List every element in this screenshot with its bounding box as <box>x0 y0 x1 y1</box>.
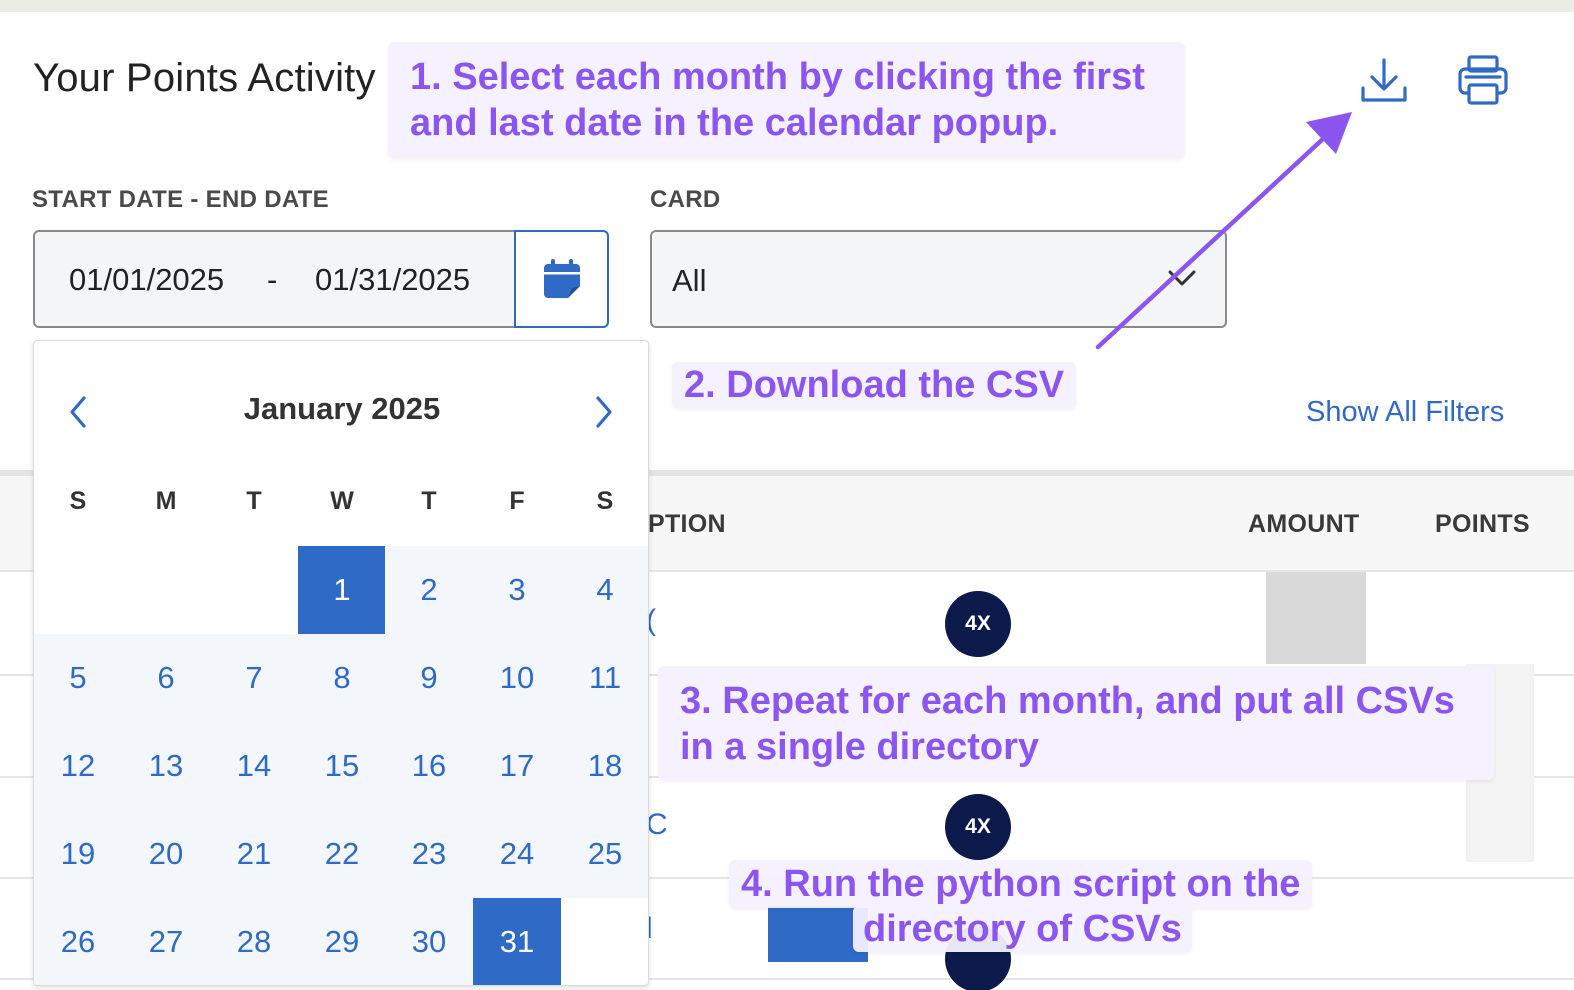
calendar-day[interactable]: 11 <box>561 634 648 722</box>
calendar-day[interactable]: 21 <box>210 810 298 898</box>
annotation-step-4-line-1: 4. Run the python script on the <box>729 860 1313 908</box>
calendar-day[interactable]: 7 <box>210 634 298 722</box>
points-multiplier-badge: 4X <box>945 794 1011 860</box>
calendar-day[interactable]: 24 <box>473 810 561 898</box>
calendar-day[interactable]: 28 <box>210 898 298 985</box>
calendar-day[interactable]: 22 <box>298 810 386 898</box>
start-date-value[interactable]: 01/01/2025 <box>69 262 224 298</box>
amount-placeholder <box>1266 572 1366 664</box>
calendar-day[interactable]: 15 <box>298 722 386 810</box>
calendar-day[interactable]: 17 <box>473 722 561 810</box>
calendar-icon <box>543 259 580 298</box>
calendar-month-title: January 2025 <box>243 391 441 426</box>
weekday-header: T <box>421 487 437 515</box>
row-text-fragment: C <box>646 808 668 841</box>
calendar-day[interactable]: 23 <box>385 810 473 898</box>
weekday-header: T <box>246 487 262 515</box>
calendar-button[interactable] <box>514 230 609 328</box>
calendar-day[interactable]: 5 <box>34 634 122 722</box>
weekday-header: M <box>155 487 177 515</box>
calendar-day[interactable]: 25 <box>561 810 648 898</box>
annotation-step-3: 3. Repeat for each month, and put all CS… <box>658 666 1494 780</box>
calendar-day[interactable]: 4 <box>561 546 648 634</box>
card-select[interactable]: All <box>650 230 1227 328</box>
page-title: Your Points Activity <box>33 56 376 100</box>
chevron-right-icon <box>596 396 612 428</box>
calendar-day[interactable]: 26 <box>34 898 122 985</box>
annotation-step-2: 2. Download the CSV <box>672 362 1077 408</box>
calendar-day[interactable]: 8 <box>298 634 386 722</box>
calendar-day[interactable]: 14 <box>210 722 298 810</box>
column-header-points[interactable]: POINTS <box>1435 510 1530 539</box>
end-date-value[interactable]: 01/31/2025 <box>315 262 470 298</box>
calendar-day[interactable]: 20 <box>122 810 210 898</box>
weekday-header: S <box>596 487 614 515</box>
calendar-popup: January 2025 S M T W T F S 1 2 3 4 5 6 7 8 9 10 11 12 13 14 1… <box>33 340 649 986</box>
calendar-day[interactable]: 13 <box>122 722 210 810</box>
card-label: CARD <box>650 186 721 213</box>
download-icon[interactable] <box>1354 50 1414 110</box>
calendar-day[interactable]: 3 <box>473 546 561 634</box>
weekday-header: S <box>69 487 87 515</box>
printer-icon[interactable] <box>1453 50 1513 110</box>
date-range-field[interactable]: 01/01/2025 - 01/31/2025 <box>33 230 609 328</box>
calendar-day[interactable]: 27 <box>122 898 210 985</box>
calendar-day[interactable]: 1 <box>298 546 386 634</box>
date-separator: - <box>267 262 278 297</box>
card-select-value: All <box>672 263 707 298</box>
calendar-day[interactable]: 31 <box>473 898 561 985</box>
annotation-step-4-line-2: directory of CSVs <box>853 906 1192 952</box>
column-header-description[interactable]: PTION <box>648 510 726 539</box>
calendar-day[interactable]: 16 <box>385 722 473 810</box>
calendar-day[interactable]: 9 <box>385 634 473 722</box>
date-range-label: START DATE - END DATE <box>32 186 329 213</box>
top-banner-strip <box>0 0 1574 12</box>
calendar-day[interactable]: 2 <box>385 546 473 634</box>
chevron-down-icon <box>1168 270 1196 286</box>
annotation-step-1: 1. Select each month by clicking the fir… <box>388 42 1185 158</box>
show-all-filters-link[interactable]: Show All Filters <box>1306 396 1504 429</box>
calendar-day[interactable]: 18 <box>561 722 648 810</box>
calendar-day[interactable]: 29 <box>298 898 386 985</box>
weekday-header: W <box>330 487 354 515</box>
points-multiplier-badge: 4X <box>945 591 1011 657</box>
calendar-day[interactable]: 6 <box>122 634 210 722</box>
calendar-day[interactable]: 12 <box>34 722 122 810</box>
column-header-amount[interactable]: AMOUNT <box>1248 510 1360 539</box>
weekday-header: F <box>509 487 525 515</box>
calendar-day[interactable]: 30 <box>385 898 473 985</box>
next-month-button[interactable] <box>594 395 614 434</box>
calendar-day[interactable]: 10 <box>473 634 561 722</box>
calendar-day[interactable]: 19 <box>34 810 122 898</box>
